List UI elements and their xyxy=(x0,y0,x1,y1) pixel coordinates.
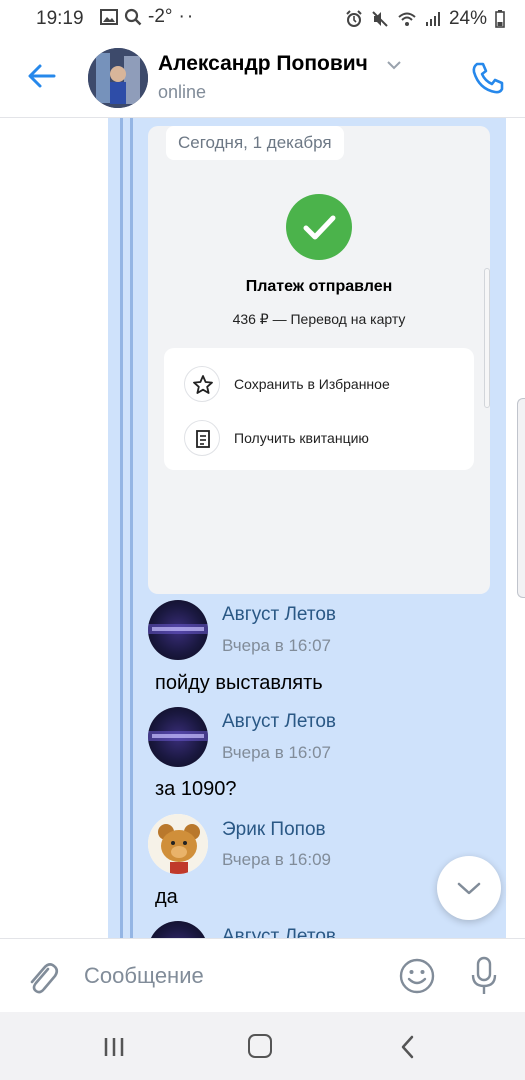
back-arrow-icon[interactable] xyxy=(22,56,62,96)
payment-title: Платеж отправлен xyxy=(245,278,393,295)
mute-icon xyxy=(372,11,388,27)
message-author[interactable]: Август Летов xyxy=(222,926,336,938)
attach-icon[interactable] xyxy=(24,957,60,997)
gallery-icon xyxy=(100,9,118,25)
message-time: Вчера в 16:07 xyxy=(222,636,332,655)
star-icon[interactable] xyxy=(184,366,220,402)
message-author[interactable]: Август Летов xyxy=(222,604,336,626)
chevron-down-icon xyxy=(457,882,481,895)
chevron-down-icon[interactable] xyxy=(386,58,402,72)
more-dots-icon: ·· xyxy=(178,6,196,27)
message-time: Вчера в 16:09 xyxy=(222,850,332,869)
save-favorite-action[interactable]: Сохранить в Избранное xyxy=(234,376,390,392)
success-check-icon xyxy=(286,194,352,260)
message-time: Вчера в 16:07 xyxy=(222,743,332,762)
contact-avatar[interactable] xyxy=(88,48,148,108)
battery-percent: 24% xyxy=(448,8,487,29)
nav-back-icon[interactable] xyxy=(398,1034,416,1060)
message-author[interactable]: Эрик Попов xyxy=(222,819,326,841)
get-receipt-action[interactable]: Получить квитанцию xyxy=(234,430,369,446)
phone-icon[interactable] xyxy=(468,58,508,98)
message-text: пойду выставлять xyxy=(155,672,323,694)
payment-subtitle: 436 ₽ — Перевод на карту xyxy=(232,311,406,327)
sender-avatar[interactable] xyxy=(148,707,208,767)
forwarded-line xyxy=(120,118,123,938)
status-right-icons: 24% xyxy=(345,8,505,30)
contact-name[interactable]: Александр Попович xyxy=(158,52,368,76)
contact-status: online xyxy=(158,82,207,102)
wifi-icon xyxy=(398,12,416,26)
status-bar: 19:19 -2° ·· 24% xyxy=(0,0,525,38)
date-pill: Сегодня, 1 декабря xyxy=(166,126,344,160)
scroll-down-button[interactable] xyxy=(437,856,501,920)
status-temperature: -2° xyxy=(148,6,173,27)
battery-icon xyxy=(495,10,505,28)
scrollbar-handle[interactable] xyxy=(517,398,525,598)
alarm-icon xyxy=(346,10,362,27)
message-composer: Сообщение xyxy=(0,938,525,1012)
receipt-icon[interactable] xyxy=(184,420,220,456)
payment-actions: Сохранить в Избранное Получить квитанцию xyxy=(164,348,474,470)
message-author[interactable]: Август Летов xyxy=(222,711,336,733)
system-nav-bar xyxy=(0,1012,525,1080)
message-text: за 1090? xyxy=(155,778,237,800)
signal-icon xyxy=(425,12,440,26)
sender-avatar[interactable] xyxy=(148,814,208,874)
avatar-image xyxy=(88,48,148,108)
home-icon[interactable] xyxy=(248,1034,272,1058)
status-left-icons: -2° ·· xyxy=(100,6,195,28)
card-scrollbar xyxy=(484,268,490,408)
emoji-icon[interactable] xyxy=(398,957,436,995)
message-text: да xyxy=(155,886,178,908)
message-input[interactable]: Сообщение xyxy=(84,963,204,989)
forwarded-line xyxy=(130,118,133,938)
status-time: 19:19 xyxy=(36,8,84,29)
search-status-icon xyxy=(124,8,142,26)
recent-apps-icon[interactable] xyxy=(102,1036,126,1058)
microphone-icon[interactable] xyxy=(468,955,500,997)
sender-avatar[interactable] xyxy=(148,600,208,660)
chat-header: Александр Попович online xyxy=(0,38,525,118)
message-list[interactable]: Сегодня, 1 декабря Платеж отправлен 436 … xyxy=(0,118,525,938)
